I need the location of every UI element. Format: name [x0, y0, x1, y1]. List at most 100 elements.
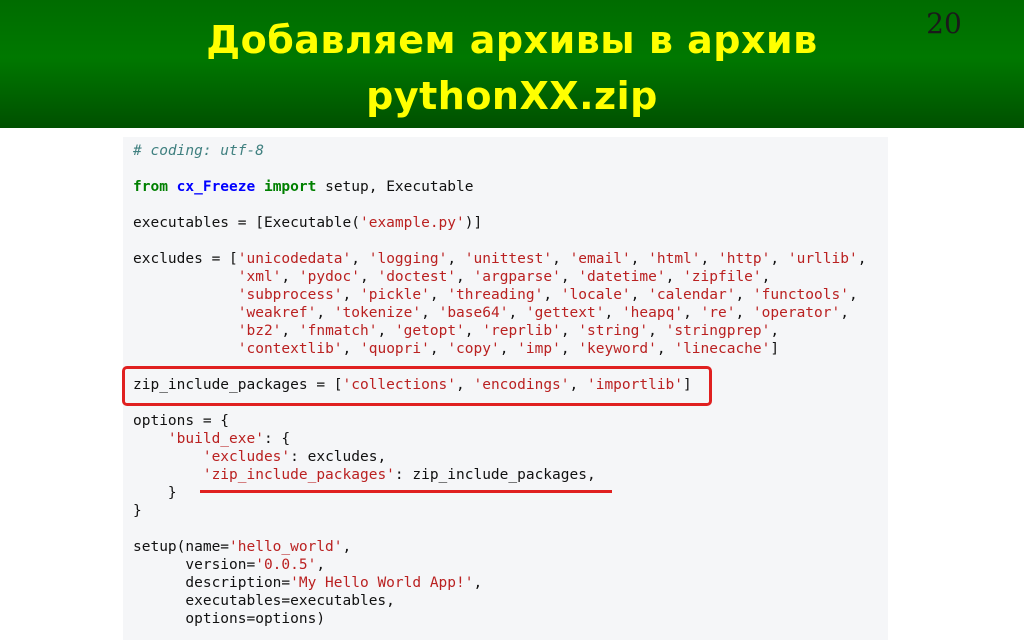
code-text: }	[133, 485, 177, 501]
code-keyword: from	[133, 179, 168, 195]
code-string: 'urllib'	[787, 251, 858, 267]
slide-title: Добавляем архивы в архив pythonXX.zip	[0, 12, 1024, 124]
code-text: version=	[133, 557, 256, 573]
code-string: 'weakref'	[237, 305, 317, 321]
code-string: 'gettext'	[525, 305, 605, 321]
code-string: 'zip_include_packages'	[202, 467, 395, 483]
code-string: 'stringprep'	[665, 323, 771, 339]
code-string: 'quopri'	[360, 341, 430, 357]
code-line: version='0.0.5',	[133, 557, 326, 573]
code-string: 'doctest'	[377, 269, 457, 285]
code-line-underlined: 'zip_include_packages': zip_include_pack…	[133, 466, 866, 484]
code-string: 'email'	[569, 251, 631, 267]
code-line: from cx_Freeze import setup, Executable	[133, 178, 866, 196]
code-line: }	[133, 484, 866, 502]
code-string: 'tokenize'	[333, 305, 422, 321]
code-string: 'pydoc'	[298, 269, 360, 285]
code-string: 'My Hello World App!'	[290, 575, 474, 591]
code-text: description=	[133, 575, 291, 591]
code-string: 'heapq'	[621, 305, 684, 321]
code-line: options=options)	[133, 610, 866, 628]
code-string: 'imp'	[517, 341, 561, 357]
code-string: 'zipfile'	[683, 269, 762, 285]
code-string: 'http'	[718, 251, 771, 267]
slide-title-line-2: pythonXX.zip	[366, 74, 658, 118]
code-string: 'excludes'	[202, 449, 291, 465]
code-string: 'encodings'	[473, 377, 570, 393]
code-line: 'contextlib', 'quopri', 'copy', 'imp', '…	[237, 341, 780, 357]
code-text: zip_include_packages = [	[133, 377, 343, 393]
code-line: 'bz2', 'fnmatch', 'getopt', 'reprlib', '…	[237, 323, 780, 339]
code-line: }	[133, 502, 866, 520]
code-text: options=options)	[133, 611, 326, 627]
code-line: 'xml', 'pydoc', 'doctest', 'argparse', '…	[237, 269, 771, 285]
code-text: : {	[263, 431, 291, 447]
code-string: 'base64'	[438, 305, 509, 321]
code-line: setup(name='hello_world',	[133, 539, 352, 555]
code-string: 'linecache'	[674, 341, 771, 357]
code-text: options = {	[133, 413, 230, 429]
code-string: 'unittest'	[464, 251, 553, 267]
code-line: executables=executables,	[133, 592, 866, 610]
code-string: 'bz2'	[237, 323, 282, 339]
code-string: 'xml'	[237, 269, 282, 285]
code-keyword: import	[263, 179, 317, 195]
code-string: '0.0.5'	[255, 557, 317, 573]
code-string: 'operator'	[752, 305, 841, 321]
code-string: 'build_exe'	[167, 431, 264, 447]
code-string: 'calendar'	[648, 287, 736, 303]
code-line: excludes = ['unicodedata', 'logging', 'u…	[133, 251, 867, 267]
code-line: # coding: utf-8	[133, 142, 866, 160]
code-line: 'excludes': excludes,	[133, 448, 866, 466]
code-text: setup, Executable	[316, 179, 474, 195]
code-comment: # coding: utf-8	[133, 143, 264, 159]
code-line: options = {	[133, 412, 866, 430]
code-text: : zip_include_packages,	[394, 467, 596, 483]
code-string: 'example.py'	[359, 215, 465, 231]
code-line: 'subprocess', 'pickle', 'threading', 'lo…	[237, 287, 858, 303]
code-string: 'copy'	[447, 341, 500, 357]
code-string: 'threading'	[447, 287, 544, 303]
code-string: 'functools'	[752, 287, 849, 303]
code-string: 'locale'	[560, 287, 631, 303]
code-line: description='My Hello World App!',	[133, 575, 483, 591]
code-line: executables = [Executable('example.py')]	[133, 214, 866, 232]
code-string: 'datetime'	[578, 269, 666, 285]
code-string: 'subprocess'	[237, 287, 343, 303]
code-string: 'collections'	[342, 377, 457, 393]
code-string: 'hello_world'	[229, 539, 343, 555]
code-string: 'reprlib'	[482, 323, 561, 339]
code-string: 'string'	[578, 323, 649, 339]
code-text: }	[133, 503, 142, 519]
code-line-highlighted: zip_include_packages = ['collections', '…	[133, 377, 692, 393]
code-text: executables=executables,	[133, 593, 395, 609]
code-text: excludes = [	[133, 251, 238, 267]
code-module: cx_Freeze	[176, 179, 256, 195]
code-text: setup(name=	[133, 539, 230, 555]
code-string: 're'	[700, 305, 736, 321]
code-text: )]	[464, 215, 483, 231]
code-listing: # coding: utf-8 from cx_Freeze import set…	[133, 142, 866, 628]
slide-header: Добавляем архивы в архив pythonXX.zip	[0, 0, 1024, 128]
code-string: 'pickle'	[360, 287, 430, 303]
code-text: : excludes,	[290, 449, 387, 465]
code-string: 'keyword'	[578, 341, 657, 357]
code-line: 'weakref', 'tokenize', 'base64', 'gettex…	[237, 305, 849, 321]
code-string: 'unicodedata'	[237, 251, 352, 267]
page-number: 20	[926, 7, 962, 40]
code-string: 'fnmatch'	[298, 323, 378, 339]
code-line: 'build_exe': {	[133, 430, 866, 448]
code-string: 'importlib'	[586, 377, 684, 393]
code-string: 'getopt'	[394, 323, 465, 339]
code-string: 'html'	[648, 251, 701, 267]
code-string: 'argparse'	[473, 269, 561, 285]
code-text: executables = [Executable(	[133, 215, 360, 231]
code-string: 'contextlib'	[237, 341, 343, 357]
slide-title-line-1: Добавляем архивы в архив	[206, 18, 818, 62]
